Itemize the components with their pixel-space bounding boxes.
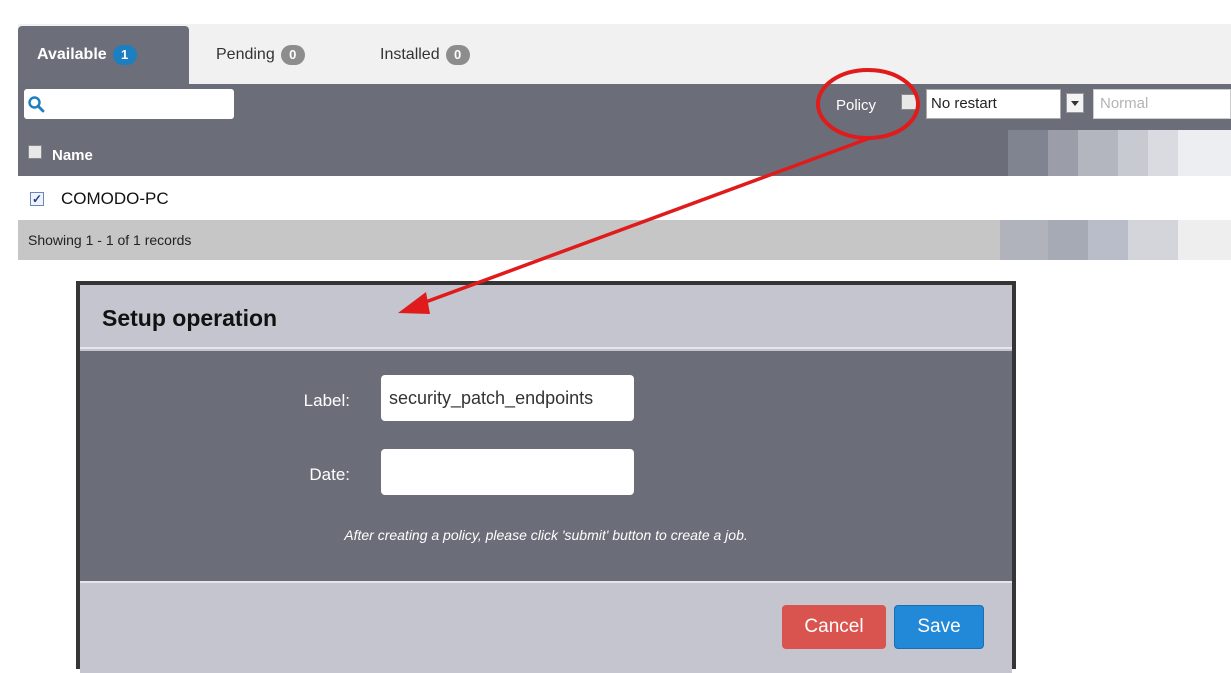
label-input[interactable]	[381, 375, 634, 421]
row-name: COMODO-PC	[61, 189, 169, 208]
dialog-footer: Cancel Save	[80, 581, 1012, 673]
policy-checkbox[interactable]	[901, 94, 917, 110]
tab-pending[interactable]: Pending 0	[216, 26, 305, 84]
table-header: Name	[18, 130, 1231, 176]
policy-label: Policy	[836, 97, 877, 114]
blur-block	[1000, 220, 1048, 260]
blur-block	[1178, 130, 1231, 176]
blur-block	[1088, 220, 1128, 260]
blur-block	[1048, 220, 1088, 260]
blur-block	[1178, 220, 1231, 260]
dialog-body: Label: Date: After creating a policy, pl…	[80, 351, 1012, 581]
date-input[interactable]	[381, 449, 634, 495]
blur-block	[1148, 130, 1178, 176]
priority-select[interactable]: Normal	[1093, 89, 1231, 119]
tab-pending-count-badge: 0	[280, 45, 305, 65]
tab-available-count-badge: 1	[112, 45, 137, 65]
row-checkbox[interactable]: ✓	[30, 192, 44, 206]
tab-installed-label: Installed	[380, 46, 440, 63]
save-button[interactable]: Save	[894, 605, 984, 649]
tab-installed-count-badge: 0	[445, 45, 470, 65]
search-input[interactable]	[48, 89, 234, 119]
tab-bar: Available 1 Pending 0 Installed 0	[18, 24, 1231, 84]
restart-select[interactable]: No restart	[926, 89, 1061, 119]
blur-block	[1048, 130, 1078, 176]
search-icon[interactable]	[24, 89, 48, 119]
blur-block	[1008, 130, 1048, 176]
records-count: Showing 1 - 1 of 1 records	[28, 232, 192, 248]
blur-block	[1078, 130, 1118, 176]
table-footer: Showing 1 - 1 of 1 records	[18, 220, 1231, 260]
select-all-checkbox[interactable]	[28, 145, 42, 159]
dialog-title: Setup operation	[102, 305, 278, 331]
chevron-down-icon[interactable]	[1066, 93, 1084, 113]
date-field-label: Date:	[309, 465, 350, 484]
blur-block	[1128, 220, 1178, 260]
setup-operation-dialog: Setup operation Label: Date: After creat…	[76, 281, 1016, 673]
column-header-name[interactable]: Name	[52, 147, 93, 164]
tab-pending-label: Pending	[216, 46, 275, 63]
tab-available-label: Available	[37, 46, 107, 63]
dialog-header: Setup operation	[80, 285, 1012, 349]
table-row[interactable]: ✓ COMODO-PC	[18, 178, 1231, 220]
toolbar: Policy No restart Normal	[18, 84, 1231, 130]
tab-installed[interactable]: Installed 0	[380, 26, 470, 84]
cancel-button[interactable]: Cancel	[782, 605, 886, 649]
label-field-label: Label:	[303, 391, 350, 410]
blur-block	[1118, 130, 1148, 176]
tab-available[interactable]: Available 1	[18, 26, 189, 84]
dialog-hint: After creating a policy, please click 's…	[344, 527, 748, 543]
